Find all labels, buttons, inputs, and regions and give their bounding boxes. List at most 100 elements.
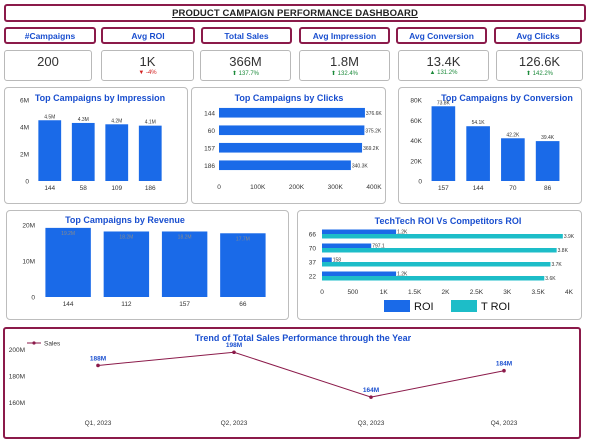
data-label: 376.6K bbox=[366, 111, 383, 117]
y-tick-label: 10M bbox=[22, 259, 35, 266]
revenue-chart: Top Campaigns by Revenue 0 10M 20M 19.2M 144 1… bbox=[22, 215, 266, 308]
x-tick-label: 300K bbox=[328, 184, 344, 191]
x-tick-label: Q4, 2023 bbox=[491, 420, 518, 427]
data-label: 375.2K bbox=[365, 128, 382, 134]
kpi-card-campaigns: 200 bbox=[4, 50, 92, 81]
bar bbox=[322, 276, 545, 281]
kpi-card-avg-conversion: 13.4K ▲ 131.2% bbox=[398, 50, 489, 81]
arrow-up-icon: ⬆ bbox=[525, 71, 531, 77]
x-tick-label: 58 bbox=[80, 185, 88, 192]
x-tick-label: Q1, 2023 bbox=[85, 420, 112, 427]
kpi-label-avg-impression: Avg Impression bbox=[299, 27, 390, 44]
revenue-chart-panel: Top Campaigns by Revenue 0 10M 20M 19.2M 144 1… bbox=[6, 210, 289, 320]
arrow-up-icon: ⬆ bbox=[330, 71, 336, 77]
data-label: 4.3M bbox=[78, 117, 89, 123]
y-tick-label: 60K bbox=[410, 118, 422, 125]
clicks-chart-panel: Top Campaigns by Clicks 0 100K 200K 300K 400K… bbox=[191, 87, 386, 204]
x-tick-label: 3K bbox=[503, 289, 512, 296]
kpi-delta: ▼ -4% bbox=[138, 70, 157, 76]
y-tick-label: 0 bbox=[31, 295, 35, 302]
triangle-down-icon: ▼ bbox=[138, 70, 145, 76]
data-label: 198M bbox=[226, 342, 242, 349]
kpi-value: 1.8M bbox=[330, 54, 359, 69]
arrow-up-icon: ⬆ bbox=[231, 71, 237, 77]
x-tick-label: 100K bbox=[250, 184, 266, 191]
bar bbox=[535, 141, 560, 181]
bar bbox=[431, 106, 456, 181]
sales-trend-chart: Trend of Total Sales Performance through… bbox=[9, 333, 518, 427]
x-tick-label: 1.5K bbox=[408, 289, 422, 296]
bar bbox=[501, 138, 525, 181]
data-label: 340.3K bbox=[352, 163, 369, 169]
impression-chart-panel: Top Campaigns by Impression 0 2M 4M 6M 4.5M 14… bbox=[4, 87, 188, 204]
kpi-delta: ⬆ 137.7% bbox=[231, 71, 260, 77]
y-tick-label: 144 bbox=[204, 110, 215, 117]
sales-trend-panel: Trend of Total Sales Performance through… bbox=[3, 327, 581, 439]
y-tick-label: 200M bbox=[9, 347, 25, 354]
y-tick-label: 40K bbox=[410, 138, 422, 145]
y-tick-label: 37 bbox=[309, 260, 317, 267]
data-label: 369.2K bbox=[363, 146, 380, 152]
legend-swatch bbox=[384, 300, 410, 312]
x-tick-label: Q2, 2023 bbox=[221, 420, 248, 427]
bar bbox=[219, 142, 363, 153]
legend-label: ROI bbox=[414, 301, 434, 313]
x-tick-label: 86 bbox=[544, 185, 552, 192]
y-tick-label: 0 bbox=[418, 179, 422, 186]
y-tick-label: 186 bbox=[204, 163, 215, 170]
kpi-label-avg-roi: Avg ROI bbox=[101, 27, 195, 44]
data-label: 3.7K bbox=[551, 262, 562, 268]
data-label: 73.8K bbox=[437, 100, 451, 106]
x-tick-label: 2K bbox=[442, 289, 451, 296]
kpi-value: 1K bbox=[139, 54, 156, 69]
bar bbox=[38, 120, 62, 181]
data-label: 184M bbox=[496, 361, 512, 368]
bar bbox=[219, 107, 365, 118]
x-tick-label: 109 bbox=[111, 185, 122, 192]
bar bbox=[71, 122, 95, 181]
data-label: 3.9K bbox=[564, 234, 575, 240]
y-tick-label: 20M bbox=[22, 223, 35, 230]
data-label: 42.2K bbox=[506, 132, 520, 138]
x-tick-label: 157 bbox=[179, 301, 190, 308]
data-label: 4.5M bbox=[44, 114, 55, 120]
x-tick-label: 500 bbox=[347, 289, 358, 296]
x-tick-label: Q3, 2023 bbox=[358, 420, 385, 427]
bar bbox=[105, 124, 129, 181]
x-tick-label: 144 bbox=[473, 185, 484, 192]
y-tick-label: 160M bbox=[9, 400, 25, 407]
kpi-delta: ⬆ 142.2% bbox=[525, 71, 554, 77]
kpi-value: 366M bbox=[229, 54, 262, 69]
kpi-value: 13.4K bbox=[426, 54, 461, 69]
bar bbox=[220, 233, 266, 297]
x-tick-label: 1K bbox=[380, 289, 389, 296]
data-point bbox=[96, 363, 100, 368]
x-tick-label: 144 bbox=[44, 185, 55, 192]
x-tick-label: 70 bbox=[509, 185, 517, 192]
data-label: 17.7M bbox=[236, 236, 250, 242]
bar bbox=[322, 229, 397, 234]
y-tick-label: 66 bbox=[309, 232, 317, 239]
data-label: 18.2M bbox=[119, 234, 133, 240]
bar bbox=[161, 231, 208, 297]
x-tick-label: 157 bbox=[438, 185, 449, 192]
y-tick-label: 80K bbox=[410, 98, 422, 105]
data-label: 188M bbox=[90, 355, 106, 362]
bar bbox=[322, 262, 551, 267]
y-tick-label: 6M bbox=[20, 98, 29, 105]
data-point bbox=[369, 395, 373, 399]
kpi-value: 126.6K bbox=[518, 54, 561, 69]
data-label: 19.2M bbox=[61, 231, 75, 237]
y-tick-label: 180M bbox=[9, 374, 25, 381]
bar bbox=[219, 160, 351, 171]
x-tick-label: 112 bbox=[121, 301, 132, 308]
kpi-value: 200 bbox=[37, 54, 59, 69]
page-title: PRODUCT CAMPAIGN PERFORMANCE DASHBOARD bbox=[172, 7, 418, 19]
y-tick-label: 20K bbox=[410, 158, 422, 165]
y-tick-label: 70 bbox=[309, 246, 317, 253]
bar bbox=[219, 125, 365, 136]
data-label: 4.2M bbox=[111, 118, 122, 124]
data-point bbox=[232, 350, 236, 355]
chart-title: TechTech ROI Vs Competitors ROI bbox=[375, 216, 522, 226]
x-tick-label: 186 bbox=[145, 185, 156, 192]
